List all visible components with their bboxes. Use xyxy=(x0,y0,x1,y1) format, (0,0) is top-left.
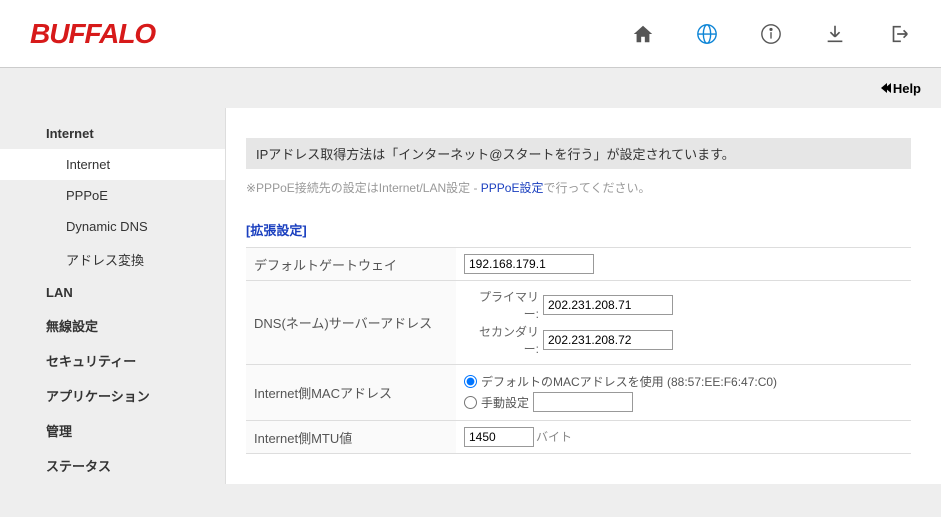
label-mac: Internet側MACアドレス xyxy=(246,365,456,421)
sidebar-sub-internet[interactable]: Internet xyxy=(0,149,225,180)
sidebar-item-security[interactable]: セキュリティー xyxy=(0,343,225,378)
sidebar-sub-ddns[interactable]: Dynamic DNS xyxy=(0,211,225,242)
logout-icon[interactable] xyxy=(887,22,911,46)
sidebar-item-internet[interactable]: Internet xyxy=(0,118,225,149)
label-dns: DNS(ネーム)サーバーアドレス xyxy=(246,281,456,365)
mac-default-radio[interactable] xyxy=(464,375,477,388)
sidebar-item-status[interactable]: ステータス xyxy=(0,448,225,483)
logo: BUFFALO xyxy=(30,18,155,50)
mac-manual-radio[interactable] xyxy=(464,396,477,409)
note-prefix: ※PPPoE接続先の設定はInternet/LAN設定 - xyxy=(246,181,481,195)
mac-manual-label: 手動設定 xyxy=(481,394,529,411)
note-suffix: で行ってください。 xyxy=(543,181,650,195)
row-mtu: Internet側MTU値 バイト xyxy=(246,421,911,454)
sidebar-item-wireless[interactable]: 無線設定 xyxy=(0,308,225,343)
dns-primary-label: プライマリー: xyxy=(464,288,539,322)
settings-table: デフォルトゲートウェイ DNS(ネーム)サーバーアドレス プライマリー: セカン… xyxy=(246,247,911,454)
row-mac: Internet側MACアドレス デフォルトのMACアドレスを使用 (88:57… xyxy=(246,365,911,421)
header: BUFFALO xyxy=(0,0,941,68)
sidebar-sub-nat[interactable]: アドレス変換 xyxy=(0,242,225,277)
home-icon[interactable] xyxy=(631,22,655,46)
mac-manual-input[interactable] xyxy=(533,392,633,412)
label-gateway: デフォルトゲートウェイ xyxy=(246,248,456,281)
sidebar: Internet Internet PPPoE Dynamic DNS アドレス… xyxy=(0,108,225,484)
mac-default-label: デフォルトのMACアドレスを使用 (88:57:EE:F6:47:C0) xyxy=(481,373,777,390)
main-panel: IPアドレス取得方法は「インターネット@スタートを行う」が設定されています。 ※… xyxy=(225,108,941,484)
row-dns: DNS(ネーム)サーバーアドレス プライマリー: セカンダリー: xyxy=(246,281,911,365)
mtu-unit: バイト xyxy=(536,430,572,444)
help-bar: Help xyxy=(0,68,941,108)
section-title: [拡張設定] xyxy=(246,220,911,239)
download-icon[interactable] xyxy=(823,22,847,46)
info-banner: IPアドレス取得方法は「インターネット@スタートを行う」が設定されています。 xyxy=(246,138,911,169)
pppoe-link[interactable]: PPPoE設定 xyxy=(481,181,544,195)
sidebar-item-application[interactable]: アプリケーション xyxy=(0,378,225,413)
sidebar-item-admin[interactable]: 管理 xyxy=(0,413,225,448)
header-icons xyxy=(631,22,911,46)
help-link[interactable]: Help xyxy=(881,81,921,96)
sidebar-item-lan[interactable]: LAN xyxy=(0,277,225,308)
sidebar-sub-pppoe[interactable]: PPPoE xyxy=(0,180,225,211)
label-mtu: Internet側MTU値 xyxy=(246,421,456,454)
note-line: ※PPPoE接続先の設定はInternet/LAN設定 - PPPoE設定で行っ… xyxy=(246,179,911,196)
gateway-input[interactable] xyxy=(464,254,594,274)
globe-icon[interactable] xyxy=(695,22,719,46)
dns-secondary-input[interactable] xyxy=(543,330,673,350)
dns-primary-input[interactable] xyxy=(543,295,673,315)
info-icon[interactable] xyxy=(759,22,783,46)
mtu-input[interactable] xyxy=(464,427,534,447)
dns-secondary-label: セカンダリー: xyxy=(464,323,539,357)
row-gateway: デフォルトゲートウェイ xyxy=(246,248,911,281)
